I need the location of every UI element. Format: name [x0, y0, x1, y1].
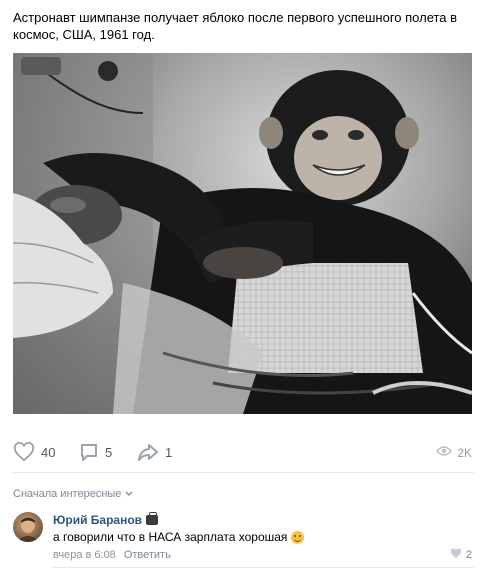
like-button[interactable]: 40: [13, 442, 55, 462]
comment-icon: [79, 442, 99, 462]
comment-text: а говорили что в НАСА зарплата хорошая: [53, 530, 305, 544]
share-arrow-icon: [137, 442, 159, 462]
views-counter: 2K: [436, 444, 472, 462]
avatar[interactable]: [13, 512, 43, 542]
actions-divider: [13, 472, 474, 473]
comment-timestamp[interactable]: вчера в 6:08: [53, 549, 116, 561]
reply-button[interactable]: Ответить: [124, 549, 171, 561]
share-count: 1: [165, 444, 173, 460]
chevron-down-icon: [125, 488, 133, 500]
post-photo[interactable]: [13, 53, 472, 414]
eye-icon: [436, 444, 453, 462]
comments-sort-toggle[interactable]: Сначала интересные: [13, 488, 133, 500]
share-button[interactable]: 1: [137, 442, 172, 462]
briefcase-icon: [146, 512, 159, 525]
comment-button[interactable]: 5: [79, 442, 112, 462]
like-count: 40: [41, 444, 56, 460]
comment-item: Юрий Баранов а говорили что в НАСА зарпл…: [13, 512, 474, 564]
heart-icon: [13, 442, 35, 462]
comment-meta: вчера в 6:08 Ответить: [53, 549, 171, 561]
comment-like-button[interactable]: 2: [450, 548, 472, 562]
comment-author-name[interactable]: Юрий Баранов: [53, 513, 142, 527]
comment-like-count: 2: [465, 549, 472, 561]
comment-divider: [53, 567, 474, 568]
chimp-photo-illustration: [13, 53, 472, 414]
post-text: Астронавт шимпанзе получает яблоко после…: [13, 10, 458, 42]
post-actions-bar: 40 5 1 2K: [13, 436, 474, 472]
comment-count: 5: [105, 444, 113, 460]
heart-icon: [450, 548, 462, 562]
views-count: 2K: [457, 446, 472, 460]
comment-text-content: а говорили что в НАСА зарплата хорошая: [53, 530, 288, 544]
smiling-emoji-icon: [291, 530, 305, 544]
sort-label: Сначала интересные: [13, 488, 122, 500]
comment-author[interactable]: Юрий Баранов: [53, 512, 159, 527]
